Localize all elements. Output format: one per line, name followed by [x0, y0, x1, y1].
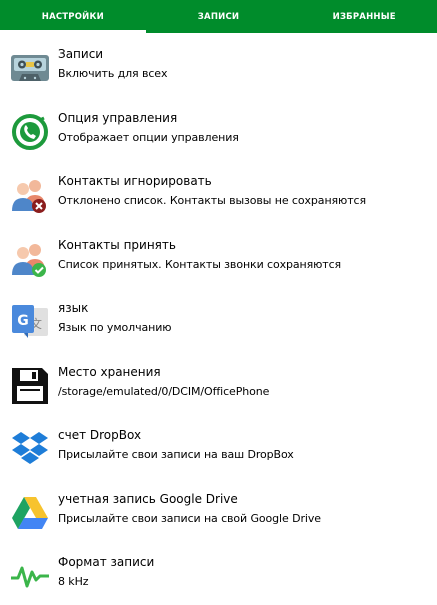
tab-recordings[interactable]: ЗАПИСИ	[146, 0, 292, 33]
setting-title: Опция управления	[58, 110, 178, 125]
setting-subtitle: Список принятых. Контакты звонки сохраня…	[58, 257, 342, 271]
dropbox-icon	[10, 429, 50, 469]
svg-text:G: G	[17, 313, 29, 329]
settings-list: Записи Включить для всех Опция управлени…	[0, 33, 437, 605]
setting-subtitle: Язык по умолчанию	[58, 321, 172, 334]
setting-title: Записи	[58, 47, 104, 61]
floppy-disk-icon	[10, 366, 50, 406]
setting-title: Место хранения	[58, 364, 161, 379]
setting-subtitle: Отображает опции управления	[58, 130, 239, 144]
setting-subtitle: 8 kHz	[58, 575, 89, 588]
setting-contacts-accept[interactable]: Контакты принять Список принятых. Контак…	[0, 224, 437, 288]
setting-google-drive-account[interactable]: учетная запись Google Drive Присылайте с…	[0, 478, 437, 542]
setting-title: язык	[58, 301, 89, 315]
setting-subtitle: Присылайте свои записи на ваш DropBox	[58, 448, 294, 461]
setting-title: счет DropBox	[58, 428, 142, 442]
cassette-tape-icon	[10, 48, 50, 88]
setting-dropbox-account[interactable]: счет DropBox Присылайте свои записи на в…	[0, 414, 437, 478]
tab-favorites[interactable]: ИЗБРАННЫЕ	[291, 0, 437, 33]
setting-contacts-ignore[interactable]: Контакты игнорировать Отклонено список. …	[0, 160, 437, 224]
setting-control-options[interactable]: Опция управления Отображает опции управл…	[0, 97, 437, 161]
setting-subtitle: /storage/emulated/0/DCIM/OfficePhone	[58, 384, 270, 398]
setting-language[interactable]: 文 G язык Язык по умолчанию	[0, 287, 437, 351]
setting-subtitle: Отклонено список. Контакты вызовы не сох…	[58, 194, 366, 207]
google-drive-icon	[10, 493, 50, 533]
setting-title: Контакты принять	[58, 237, 176, 252]
tab-bar: НАСТРОЙКИ ЗАПИСИ ИЗБРАННЫЕ	[0, 0, 437, 33]
setting-title: Формат записи	[58, 555, 155, 569]
waveform-icon	[10, 556, 50, 596]
setting-title: учетная запись Google Drive	[58, 491, 238, 506]
contacts-accept-icon	[10, 239, 50, 279]
setting-recordings[interactable]: Записи Включить для всех	[0, 33, 437, 97]
phone-control-icon	[10, 112, 50, 152]
setting-storage-location[interactable]: Место хранения /storage/emulated/0/DCIM/…	[0, 351, 437, 415]
setting-recording-format[interactable]: Формат записи 8 kHz	[0, 541, 437, 605]
translate-icon: 文 G	[10, 302, 50, 342]
tab-settings[interactable]: НАСТРОЙКИ	[0, 0, 146, 33]
contacts-ignore-icon	[10, 175, 50, 215]
setting-title: Контакты игнорировать	[58, 174, 212, 188]
setting-subtitle: Присылайте свои записи на свой Google Dr…	[58, 511, 321, 525]
setting-subtitle: Включить для всех	[58, 67, 168, 80]
